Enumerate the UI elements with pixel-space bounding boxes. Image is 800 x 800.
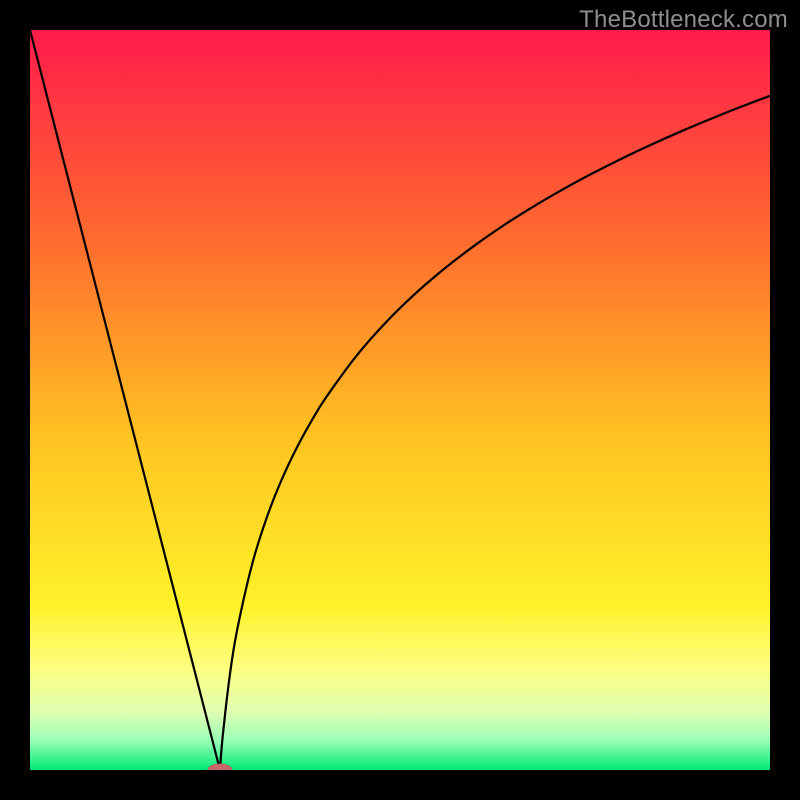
- chart-frame: TheBottleneck.com: [0, 0, 800, 800]
- chart-svg: [30, 30, 770, 770]
- plot-area: [30, 30, 770, 770]
